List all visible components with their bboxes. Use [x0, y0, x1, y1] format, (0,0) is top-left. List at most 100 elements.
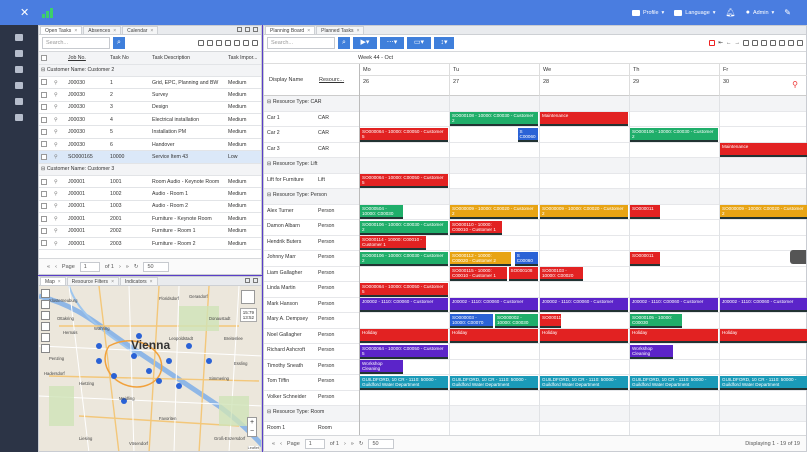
- search-icon[interactable]: [207, 40, 213, 46]
- schedule-event[interactable]: Workshop Cleaning: [630, 344, 673, 359]
- schedule-event[interactable]: Workshop Cleaning: [360, 360, 403, 374]
- map-marker[interactable]: [176, 383, 182, 389]
- resource-row[interactable]: Linda Martin Person: [264, 282, 806, 298]
- map-marker[interactable]: [206, 358, 212, 364]
- map-marker[interactable]: [96, 343, 102, 349]
- next-page-icon[interactable]: ›: [119, 264, 121, 270]
- profile-menu[interactable]: Profile ▾: [631, 9, 664, 16]
- schedule-event[interactable]: GUILDFORD, 10 CR - 1110: 50000 - Guildfo…: [630, 375, 718, 390]
- window-icon[interactable]: [253, 27, 258, 32]
- schedule-event[interactable]: GUILDFORD, 10 CR - 1110: 50000 - Guildfo…: [450, 375, 538, 390]
- group-row[interactable]: ⊟ Customer Name: Customer 2: [39, 64, 261, 77]
- refresh-icon[interactable]: ↻: [359, 441, 364, 447]
- users-icon[interactable]: [15, 98, 23, 105]
- play-dropdown[interactable]: ▶▾: [353, 37, 377, 49]
- bell-icon[interactable]: 🔔︎: [726, 8, 736, 17]
- close-icon[interactable]: ×: [74, 28, 77, 34]
- arrow-right-icon[interactable]: →: [735, 40, 741, 46]
- schedule-event[interactable]: SO000011: [630, 251, 660, 266]
- schedule-event[interactable]: SO000111: [540, 313, 561, 328]
- schedule-event[interactable]: Holiday: [450, 329, 538, 343]
- schedule-event[interactable]: SO000106 - 10000: C00030 - Customer 2: [360, 220, 448, 235]
- schedule-event[interactable]: J00002 - 1110: C00060 - Customer: [720, 298, 807, 312]
- map-marker[interactable]: [186, 343, 192, 349]
- planning-search-input[interactable]: Search...: [267, 37, 335, 49]
- pin-icon[interactable]: ⚲: [52, 212, 66, 226]
- language-menu[interactable]: Language ▾: [674, 9, 716, 16]
- search-button[interactable]: ⌕: [338, 37, 350, 49]
- schedule-event[interactable]: SO000009 - 10000: C00020 - Customer 2: [720, 205, 807, 219]
- column-task-importance[interactable]: Task Impor...: [226, 52, 261, 65]
- first-page-icon[interactable]: «: [272, 441, 275, 447]
- schedule-event[interactable]: SO000114 - 10000: C00010 - Customer 1: [360, 236, 426, 250]
- schedule-event[interactable]: Holiday: [630, 329, 718, 343]
- home-icon[interactable]: [15, 34, 23, 41]
- refresh-icon[interactable]: ↻: [134, 264, 139, 270]
- pin-icon[interactable]: ⚲: [52, 225, 66, 238]
- schedule-event[interactable]: GUILDFORD, 10 CR - 1110: 50000 - Guildfo…: [360, 375, 448, 390]
- link-icon[interactable]: [15, 50, 23, 57]
- resource-row[interactable]: Richard Ashcroft Person: [264, 344, 806, 360]
- pin-icon[interactable]: ⚲: [52, 88, 66, 102]
- resource-row[interactable]: Damon Albarn Person: [264, 220, 806, 236]
- schedule-event[interactable]: SO000115 - 10000: C00010 - Customer 1: [450, 267, 507, 281]
- day-column-header[interactable]: We 28: [539, 64, 629, 96]
- schedule-event[interactable]: SO000064 - 10000: C00050 - Customer 5: [360, 344, 448, 359]
- column-display-name[interactable]: Display Name: [269, 77, 319, 83]
- add-icon[interactable]: [234, 40, 240, 46]
- day-column-header[interactable]: Th 29: [629, 64, 719, 96]
- map-marker[interactable]: [131, 353, 137, 359]
- prev-page-icon[interactable]: ‹: [280, 441, 282, 447]
- car-icon[interactable]: [41, 322, 50, 331]
- close-icon[interactable]: ×: [113, 28, 116, 34]
- tab-map[interactable]: Map ×: [40, 277, 66, 285]
- task-search-input[interactable]: Search...: [42, 37, 110, 49]
- schedule-event[interactable]: SO000106 - 10000: C00030 - Customer 2: [360, 251, 448, 266]
- schedule-event[interactable]: Holiday: [720, 329, 807, 343]
- schedule-event[interactable]: SO000106 - 10000: C00030 - Customer 2: [630, 127, 718, 142]
- tab-calendar[interactable]: Calendar ×: [122, 26, 159, 34]
- resource-row[interactable]: Volker Schneider Person: [264, 391, 806, 406]
- minimize-icon[interactable]: [245, 27, 250, 32]
- table-row[interactable]: ⚲ J00030 2 Survey Medium: [39, 88, 261, 102]
- row-checkbox[interactable]: [41, 240, 47, 247]
- dots-dropdown[interactable]: ⋯▾: [380, 37, 404, 49]
- collapse-icon[interactable]: ⊟: [267, 192, 271, 198]
- page-size-select[interactable]: 50: [143, 261, 170, 272]
- list-icon[interactable]: [15, 66, 23, 73]
- map-marker[interactable]: [146, 368, 152, 374]
- row-checkbox[interactable]: [41, 79, 47, 86]
- collapse-icon[interactable]: ⊟: [267, 409, 271, 415]
- schedule-event[interactable]: SO000009 - 10000: C00020 - Customer 2: [540, 205, 628, 219]
- collapse-icon[interactable]: ⊟: [267, 161, 271, 167]
- settings-icon[interactable]: [243, 40, 249, 46]
- tab-indicators[interactable]: Indicators ×: [119, 277, 158, 285]
- map-marker[interactable]: [166, 358, 172, 364]
- schedule-event[interactable]: SO000064 - 10000: C00050 - Customer 5: [360, 174, 448, 188]
- settings-icon[interactable]: [788, 40, 794, 46]
- tab-resource-filters[interactable]: Resource Filters ×: [66, 277, 119, 285]
- pin-icon[interactable]: ⚲: [52, 76, 66, 90]
- close-icon[interactable]: ×: [307, 28, 310, 34]
- layers-icon[interactable]: [41, 289, 50, 298]
- schedule-event[interactable]: Maintenance: [720, 143, 807, 157]
- row-checkbox[interactable]: [41, 215, 47, 222]
- row-checkbox[interactable]: [41, 178, 47, 185]
- delete-icon[interactable]: [797, 40, 803, 46]
- resource-row[interactable]: Lift for Furniture Lift: [264, 174, 806, 189]
- day-column-header[interactable]: Tu 27: [449, 64, 539, 96]
- page-input[interactable]: 1: [79, 261, 100, 272]
- resource-group-row[interactable]: ⊟ Resource Type: Person: [264, 189, 806, 205]
- add-icon[interactable]: [779, 40, 785, 46]
- admin-menu[interactable]: ● Admin ▾: [746, 9, 775, 16]
- resource-group-row[interactable]: ⊟ Resource Type: Room: [264, 406, 806, 422]
- schedule-event[interactable]: GUILDFORD, 10 CR - 1110: 50000 - Guildfo…: [540, 375, 628, 390]
- table-row[interactable]: ⚲ J00030 4 Electrical installation Medium: [39, 113, 261, 127]
- next-page-icon[interactable]: ›: [344, 441, 346, 447]
- schedule-event[interactable]: SO000105 - 10000: C00030: [630, 313, 682, 328]
- schedule-event[interactable]: Holiday: [540, 329, 628, 343]
- map-marker[interactable]: [111, 373, 117, 379]
- table-row[interactable]: ⚲ J00001 1001 Room Audio - Keynote Room Medi…: [39, 175, 261, 189]
- download-icon[interactable]: [41, 344, 50, 353]
- table-row[interactable]: ⚲ J00030 6 Handover Medium: [39, 138, 261, 152]
